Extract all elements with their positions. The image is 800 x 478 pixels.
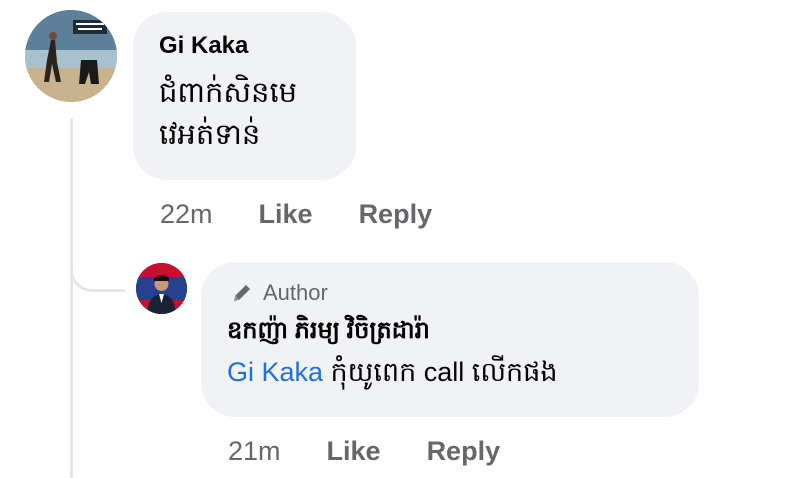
mention-link[interactable]: Gi Kaka (227, 357, 323, 387)
comment-bubble: Gi Kaka ជំពាក់សិនមេ វេអត់ទាន់ (133, 12, 356, 180)
reply-timestamp[interactable]: 21m (228, 435, 281, 467)
reply-text-line: Gi Kaka កុំយូពេក call លើកផង (227, 354, 673, 390)
reply-actions: 21m Like Reply (228, 435, 546, 467)
reply-like-button[interactable]: Like (327, 435, 381, 467)
avatar-reply-author[interactable] (136, 263, 187, 314)
comment-timestamp[interactable]: 22m (160, 198, 213, 230)
reply-author-name[interactable]: ឧកញ៉ា ភិរម្យ វិចិត្រដារ៉ា (227, 316, 673, 346)
reply-connector (70, 240, 125, 292)
comment-actions: 22m Like Reply (160, 198, 478, 230)
commenter-profile-photo (25, 10, 117, 102)
reply-author-profile-photo (136, 263, 187, 314)
comment-text: ជំពាក់សិនមេ វេអត់ទាន់ (159, 77, 298, 151)
comment-author-name[interactable]: Gi Kaka (159, 32, 330, 60)
author-badge: Author (231, 280, 673, 306)
comment-reply-button[interactable]: Reply (359, 198, 433, 230)
author-badge-label: Author (263, 280, 328, 305)
comment-like-button[interactable]: Like (259, 198, 313, 230)
avatar-commenter[interactable] (25, 10, 117, 102)
reply-reply-button[interactable]: Reply (427, 435, 501, 467)
pencil-icon (234, 285, 250, 301)
reply-bubble: Author ឧកញ៉ា ភិរម្យ វិចិត្រដារ៉ា Gi Kaka… (201, 262, 699, 417)
thread-line (70, 118, 73, 478)
reply-text: កុំយូពេក call លើកផង (323, 357, 558, 387)
